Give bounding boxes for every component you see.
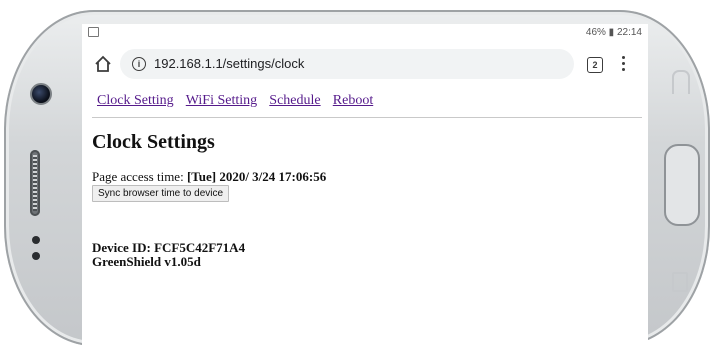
firmware-version: GreenShield v1.05d	[92, 254, 201, 269]
more-options-icon[interactable]	[622, 56, 626, 72]
sensor-dot	[32, 236, 40, 244]
screen: 46% ▮ 22:14 i 192.168.1.1/settings/clock…	[82, 24, 648, 346]
nav-link-schedule[interactable]: Schedule	[269, 93, 320, 108]
page-title: Clock Settings	[92, 131, 215, 153]
home-icon[interactable]	[94, 55, 112, 73]
access-time: Page access time: [Tue] 2020/ 3/24 17:06…	[92, 169, 326, 185]
browser-toolbar: i 192.168.1.1/settings/clock 2	[82, 43, 648, 87]
address-bar[interactable]: i 192.168.1.1/settings/clock	[120, 49, 574, 79]
access-time-value: [Tue] 2020/ 3/24 17:06:56	[186, 169, 327, 184]
site-nav: Clock Setting WiFi Setting Schedule Rebo…	[97, 93, 381, 109]
notification-icon	[88, 27, 99, 37]
home-button[interactable]	[664, 144, 700, 226]
status-indicators: 46% ▮ 22:14	[585, 27, 642, 38]
front-camera	[30, 83, 52, 105]
nav-link-clock-setting[interactable]: Clock Setting	[97, 93, 174, 108]
info-icon[interactable]: i	[132, 57, 146, 71]
earpiece-speaker	[30, 150, 40, 216]
web-page: Clock Setting WiFi Setting Schedule Rebo…	[82, 87, 648, 346]
recent-apps-icon[interactable]	[672, 272, 688, 292]
status-bar: 46% ▮ 22:14	[82, 24, 648, 42]
access-time-label: Page access time:	[92, 169, 187, 184]
device-id: Device ID: FCF5C42F71A4	[92, 240, 246, 255]
nav-link-reboot[interactable]: Reboot	[333, 93, 373, 108]
sync-time-button[interactable]: Sync browser time to device	[92, 185, 230, 202]
device-info: Device ID: FCF5C42F71A4 GreenShield v1.0…	[92, 241, 245, 269]
nav-link-wifi-setting[interactable]: WiFi Setting	[186, 93, 257, 108]
back-icon[interactable]	[672, 70, 690, 94]
sensor-dot	[32, 252, 40, 260]
url-text[interactable]: 192.168.1.1/settings/clock	[154, 56, 304, 71]
nav-divider	[92, 117, 642, 118]
tab-switcher-button[interactable]: 2	[587, 57, 603, 73]
